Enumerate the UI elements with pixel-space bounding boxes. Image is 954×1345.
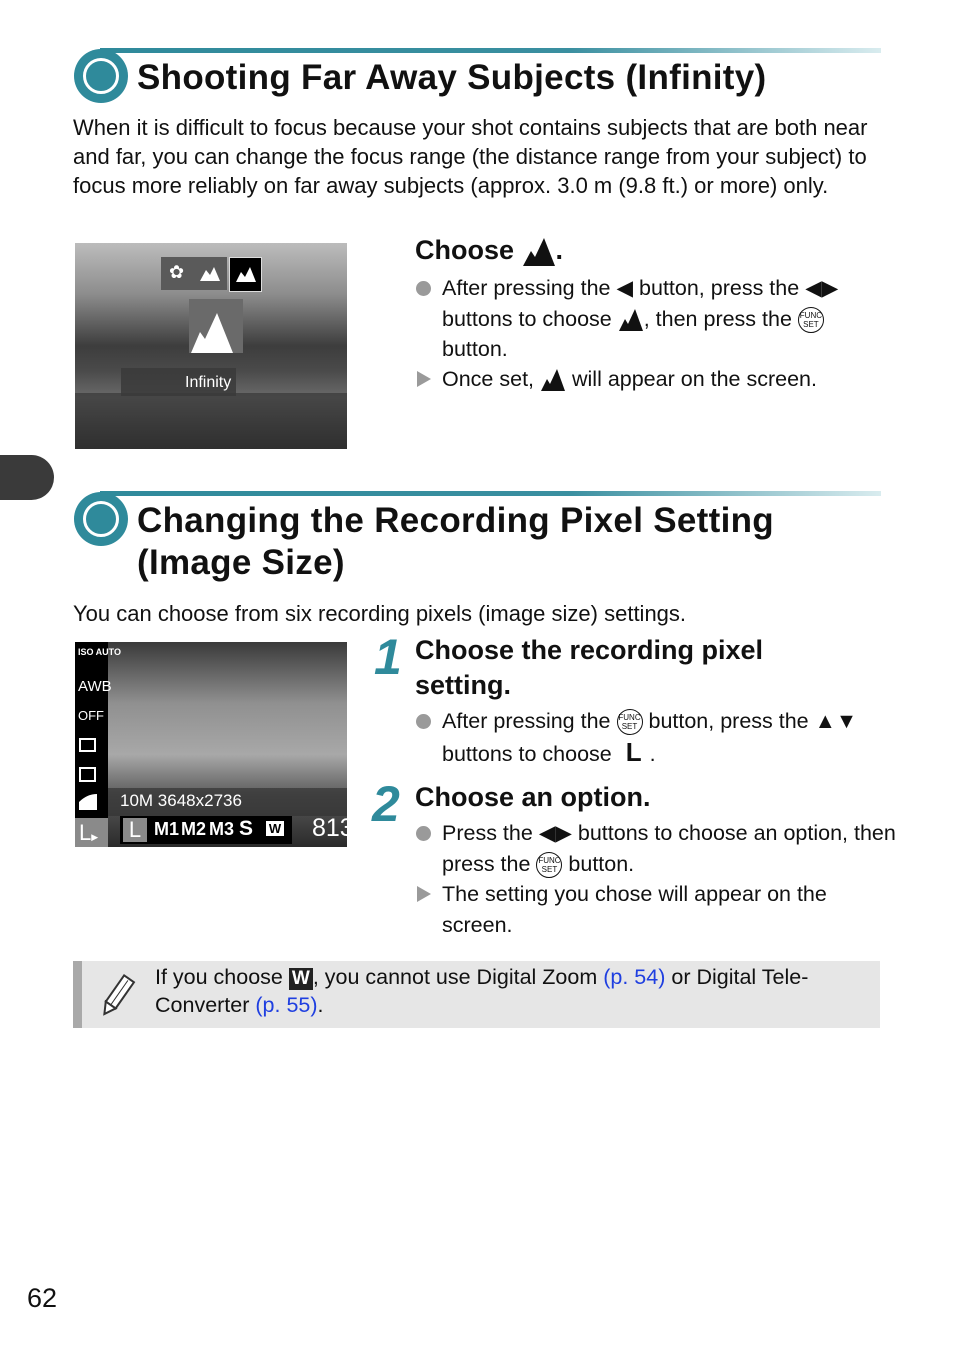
bullet-result: The setting you chose will appear on the… <box>415 879 892 940</box>
text: After pressing the <box>442 276 611 300</box>
flash-off-icon: OFF <box>78 708 104 723</box>
pencil-icon <box>103 973 136 1016</box>
text: buttons to choose <box>442 741 612 766</box>
bullet-instruction: After pressing the FUNC SET button, press… <box>415 706 912 769</box>
step-number: 2 <box>372 776 400 832</box>
infinity-icon <box>236 267 256 282</box>
link-p54[interactable]: (p. 54) <box>603 965 665 989</box>
section-intro: You can choose from six recording pixels… <box>73 601 687 626</box>
awb-icon: AWB <box>78 678 112 695</box>
size-option-l[interactable]: L <box>123 818 147 842</box>
link-p55[interactable]: (p. 55) <box>255 993 317 1017</box>
left-arrow-icon: ◀ <box>616 276 634 300</box>
infinity-large-icon <box>191 313 233 353</box>
size-info: 10M 3648x2736 <box>120 791 242 810</box>
bullet-result: Once set, will appear on the screen. <box>415 364 912 395</box>
widescreen-icon: W <box>288 968 313 990</box>
shots-remaining: 813 <box>312 814 347 842</box>
text: buttons to choose <box>442 306 612 331</box>
text: . <box>649 741 656 766</box>
bullet-dot-icon <box>416 281 431 296</box>
up-down-arrow-icon: ▲▼ <box>814 709 858 733</box>
manual-page: Shooting Far Away Subjects (Infinity) Wh… <box>0 0 954 1345</box>
result-arrow-icon <box>417 371 431 387</box>
size-option-widescreen[interactable]: W <box>266 821 284 836</box>
func-set-icon: FUNC SET <box>797 306 824 333</box>
func-set-icon: FUNC SET <box>536 851 563 878</box>
size-option-s[interactable]: S <box>239 817 253 841</box>
text: will appear on the screen. <box>571 367 817 391</box>
step-title: Choose the recording pixel setting. <box>415 635 764 700</box>
step-title: Choose . <box>415 233 563 268</box>
note-box: If you choose W, you cannot use Digital … <box>73 961 880 1028</box>
size-option-m2[interactable]: M2 <box>181 819 206 840</box>
text: button, press the <box>648 709 809 733</box>
current-size-icon[interactable]: L▶ <box>75 818 108 847</box>
size-option-m3[interactable]: M3 <box>209 819 234 840</box>
text: Once set, <box>442 367 535 391</box>
text: button. <box>568 851 635 876</box>
text: After pressing the <box>442 709 611 733</box>
iso-auto-icon: ISO AUTO <box>78 647 122 657</box>
note-text: If you choose W, you cannot use Digital … <box>155 965 809 1017</box>
text: , then press the <box>643 306 792 331</box>
image-size-screen-image: ISO AUTO AWB OFF L▶ 10M 3648x2736 L M1 M… <box>75 642 347 847</box>
section-title-line1: Changing the Recording Pixel Setting <box>137 501 774 540</box>
section-bullet-icon <box>74 49 128 103</box>
bullet-dot-icon <box>416 714 431 729</box>
section-header-bar <box>100 491 881 496</box>
drive-mode-icon <box>79 767 96 782</box>
bullet-instruction: Press the ◀▶ buttons to choose an option… <box>415 818 912 879</box>
section-title-line2: (Image Size) <box>137 543 345 582</box>
section-title: Shooting Far Away Subjects (Infinity) <box>137 58 767 97</box>
size-option-m1[interactable]: M1 <box>154 819 179 840</box>
chapter-tab <box>0 455 54 500</box>
bullet-instruction: After pressing the ◀ button, press the ◀… <box>415 273 912 365</box>
compression-icon <box>79 794 97 810</box>
step-title: Choose an option. <box>415 782 651 812</box>
normal-focus-icon <box>200 267 220 281</box>
section-intro: When it is difficult to focus because yo… <box>73 115 868 198</box>
infinity-icon <box>618 308 643 331</box>
text: button, press the <box>639 276 800 300</box>
text: Press the <box>442 821 533 845</box>
func-set-icon: FUNC SET <box>616 709 643 736</box>
left-right-arrow-icon: ◀▶ <box>538 821 572 845</box>
infinity-icon <box>541 369 565 392</box>
bullet-dot-icon <box>416 826 431 841</box>
section-header-bar <box>100 48 881 53</box>
step-title-text: Choose <box>415 235 515 265</box>
mode-label: Infinity <box>185 374 232 391</box>
infinity-screen-image: ✿ Infinity <box>75 243 347 449</box>
infinity-icon <box>522 237 555 266</box>
step-title-end: . <box>555 235 564 265</box>
result-arrow-icon <box>417 886 431 902</box>
infinity-option <box>229 257 262 292</box>
text: button. <box>442 337 508 361</box>
macro-icon: ✿ <box>169 262 185 282</box>
text: The setting you chose will appear on the… <box>442 882 827 937</box>
large-size-icon: L <box>625 736 642 767</box>
section-bullet-icon <box>74 492 128 546</box>
step-number: 1 <box>374 629 402 685</box>
page-number: 62 <box>27 1283 58 1313</box>
metering-icon <box>79 738 96 752</box>
left-right-arrow-icon: ◀▶ <box>805 276 839 300</box>
